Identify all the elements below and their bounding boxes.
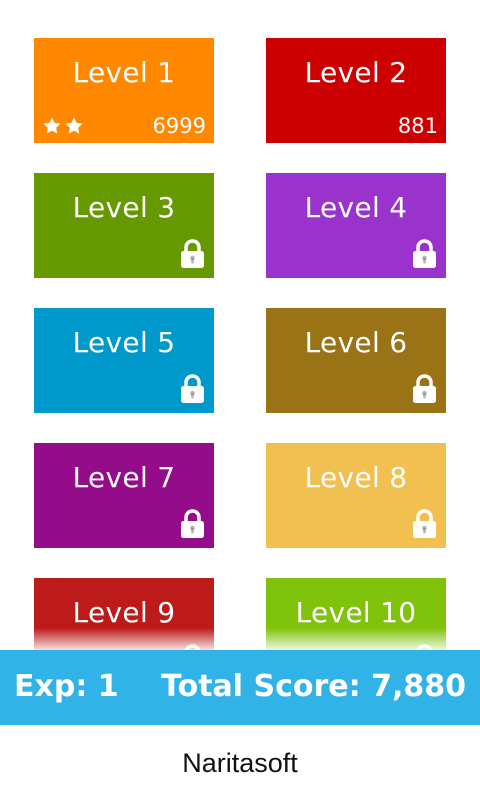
level-8-tile[interactable]: Level 8 — [266, 443, 446, 548]
level-7-tile[interactable]: Level 7 — [34, 443, 214, 548]
level-10-tile[interactable]: Level 10 — [266, 578, 446, 650]
level-3-tile[interactable]: Level 3 — [34, 173, 214, 278]
level-1-stars — [41, 116, 85, 136]
lock-icon — [181, 509, 204, 538]
exp-text: Exp: 1 — [14, 669, 119, 704]
lock-icon — [416, 644, 433, 650]
star-icon — [43, 117, 61, 134]
level-4-tile[interactable]: Level 4 — [266, 173, 446, 278]
footer: Naritasoft — [0, 725, 480, 800]
level-1-score: 6999 — [152, 114, 206, 138]
level-9-tile[interactable]: Level 9 — [34, 578, 214, 650]
level-5-tile[interactable]: Level 5 — [34, 308, 214, 413]
level-7-label: Level 7 — [72, 461, 176, 494]
level-3-label: Level 3 — [72, 191, 176, 224]
level-10-label: Level 10 — [295, 596, 417, 629]
level-6-label: Level 6 — [304, 326, 408, 359]
level-2-tile[interactable]: Level 2 881 — [266, 38, 446, 143]
level-9-label: Level 9 — [72, 596, 176, 629]
level-select-screen: Level 1 6999 Level 2 881 Level 3 Level 4… — [0, 0, 480, 800]
lock-icon — [413, 509, 436, 538]
level-4-label: Level 4 — [304, 191, 408, 224]
brand-text: Naritasoft — [182, 748, 298, 778]
level-1-label: Level 1 — [72, 56, 176, 89]
lock-icon — [413, 239, 436, 268]
level-6-tile[interactable]: Level 6 — [266, 308, 446, 413]
lock-icon — [181, 239, 204, 268]
lock-icon — [184, 644, 201, 650]
lock-icon — [181, 374, 204, 403]
level-2-score: 881 — [397, 114, 438, 138]
level-2-label: Level 2 — [304, 56, 408, 89]
total-score-text: Total Score: 7,880 — [161, 669, 466, 704]
level-grid: Level 1 6999 Level 2 881 Level 3 Level 4… — [0, 0, 480, 650]
level-1-tile[interactable]: Level 1 6999 — [34, 38, 214, 143]
level-8-label: Level 8 — [304, 461, 408, 494]
lock-icon — [413, 374, 436, 403]
star-icon — [65, 117, 83, 134]
level-5-label: Level 5 — [72, 326, 176, 359]
status-bar: Exp: 1 Total Score: 7,880 — [0, 650, 480, 725]
